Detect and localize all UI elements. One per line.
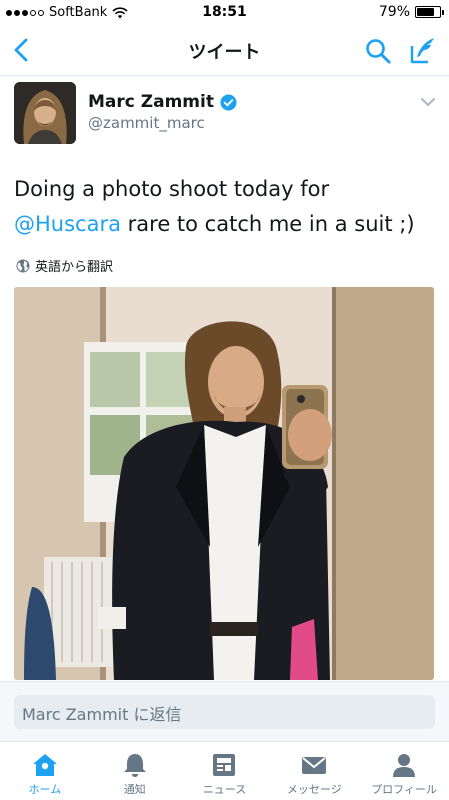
status-bar: SoftBank 18:51 79%: [0, 0, 449, 26]
reply-area: Marc Zammit に返信: [0, 681, 449, 741]
translate-link[interactable]: 英語から翻訳: [16, 256, 113, 275]
home-icon: [32, 754, 57, 776]
battery-group: 79%: [378, 4, 444, 20]
tab-news[interactable]: ニュース: [180, 742, 270, 800]
news-icon: [213, 754, 236, 776]
battery-percent: 79%: [378, 4, 410, 20]
bell-icon: [123, 754, 146, 777]
tab-bar: ホーム 通知 ニュース メッセージ プロフィール: [0, 741, 449, 800]
verified-badge-icon: [220, 93, 237, 111]
search-icon[interactable]: [364, 37, 392, 65]
tab-notifications[interactable]: 通知: [90, 742, 180, 800]
globe-icon: [16, 259, 30, 272]
tab-profile[interactable]: プロフィール: [359, 742, 449, 800]
display-name-text: Marc Zammit: [88, 92, 214, 112]
battery-icon: [415, 6, 444, 18]
display-name[interactable]: Marc Zammit: [88, 92, 237, 112]
user-handle[interactable]: @zammit_marc: [88, 114, 205, 132]
tab-messages-label: メッセージ: [286, 783, 342, 796]
translate-label: 英語から翻訳: [35, 260, 114, 275]
reply-input[interactable]: Marc Zammit に返信: [14, 695, 435, 729]
tweet-text: Doing a photo shoot today for @Huscara r…: [14, 172, 434, 242]
avatar[interactable]: [14, 82, 76, 144]
tweet-text-rest: rare to catch me in a suit ;): [120, 212, 415, 236]
nav-bar: ツイート: [0, 26, 449, 76]
compose-icon[interactable]: [408, 35, 438, 65]
envelope-icon: [302, 757, 327, 774]
mention-link[interactable]: @Huscara: [14, 212, 121, 236]
tweet-text-line1: Doing a photo shoot today for: [14, 177, 330, 201]
chevron-down-icon[interactable]: [420, 96, 436, 108]
tab-profile-label: プロフィール: [371, 783, 437, 796]
tab-news-label: ニュース: [202, 783, 247, 796]
tab-notifications-label: 通知: [123, 783, 146, 796]
tab-messages[interactable]: メッセージ: [269, 742, 359, 800]
person-icon: [393, 754, 416, 777]
tab-home-label: ホーム: [28, 783, 62, 796]
tab-home[interactable]: ホーム: [0, 742, 90, 800]
tweet-photo[interactable]: [14, 287, 434, 680]
